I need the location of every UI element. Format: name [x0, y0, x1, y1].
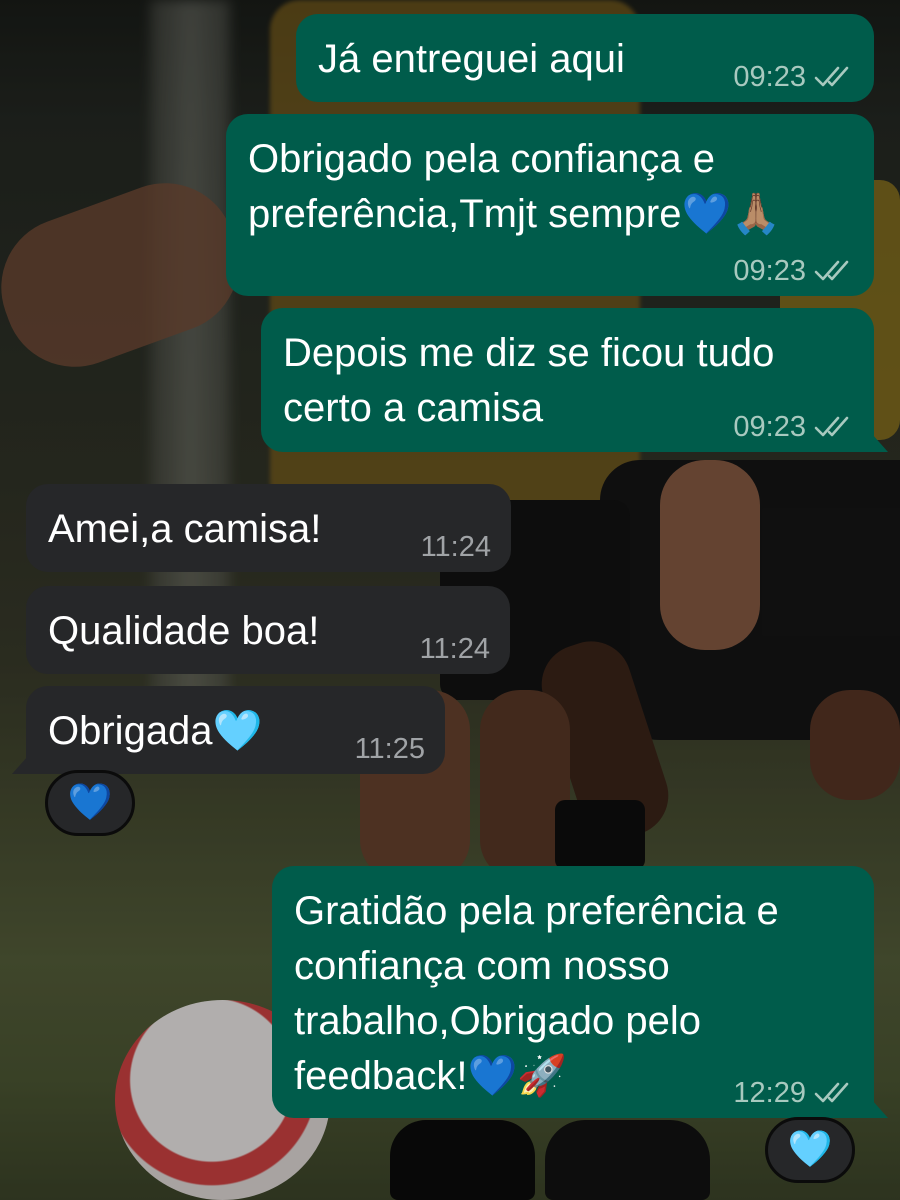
message-bubble-outgoing[interactable]: Obrigado pela confiança e preferência,Tm… — [226, 114, 874, 296]
message-meta: 11:25 — [355, 734, 425, 764]
double-check-icon — [814, 260, 849, 281]
message-meta: 12:29 — [733, 1078, 854, 1108]
message-meta: 09:23 — [733, 412, 854, 442]
message-time: 09:23 — [733, 255, 806, 287]
message-time: 11:24 — [419, 633, 490, 665]
double-check-icon — [814, 66, 849, 87]
message-time: 11:24 — [420, 531, 491, 563]
message-reaction[interactable]: 💙 — [45, 770, 135, 836]
message-bubble-outgoing[interactable]: Já entreguei aqui 09:23 — [296, 14, 874, 102]
message-bubble-outgoing[interactable]: Depois me diz se ficou tudo certo a cami… — [261, 308, 888, 452]
message-bubble-incoming[interactable]: Obrigada🩵 11:25 — [12, 686, 445, 774]
message-time: 09:23 — [733, 411, 806, 443]
message-bubble-incoming[interactable]: Amei,a camisa! 11:24 — [26, 484, 511, 572]
message-time: 12:29 — [733, 1077, 806, 1109]
message-bubble-incoming[interactable]: Qualidade boa! 11:24 — [26, 586, 510, 674]
double-check-icon — [814, 1082, 849, 1103]
message-time: 11:25 — [354, 733, 425, 765]
message-meta: 11:24 — [420, 634, 490, 664]
message-time: 09:23 — [733, 61, 806, 93]
message-meta: 11:24 — [421, 532, 491, 562]
message-meta: 09:23 — [733, 256, 854, 286]
blue-heart-emoji: 💙 — [67, 782, 113, 823]
message-meta: 09:23 — [733, 62, 854, 92]
message-text: Gratidão pela preferência e confiança co… — [294, 889, 779, 1098]
message-text: Obrigado pela confiança e preferência,Tm… — [248, 137, 782, 236]
double-check-icon — [814, 416, 849, 437]
message-reaction[interactable]: 🩵 — [765, 1117, 855, 1183]
message-bubble-outgoing[interactable]: Gratidão pela preferência e confiança co… — [272, 866, 888, 1118]
message-list[interactable]: Já entreguei aqui 09:23 Obrigado pela co… — [0, 0, 900, 1200]
light-blue-heart-emoji: 🩵 — [787, 1129, 833, 1170]
